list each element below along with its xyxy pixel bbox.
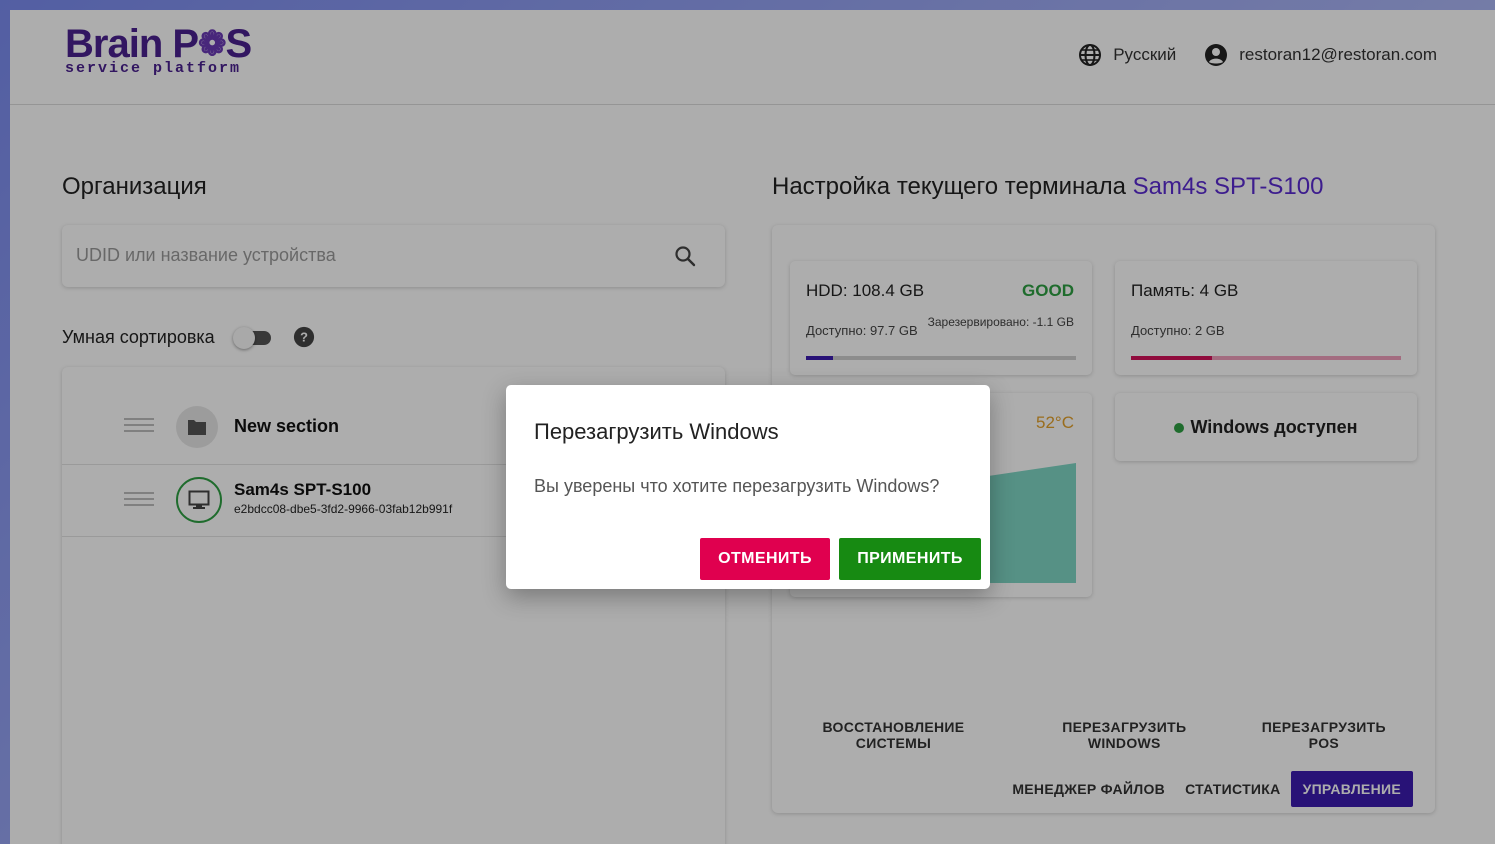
restart-windows-dialog: Перезагрузить Windows Вы уверены что хот… [506,385,990,589]
cancel-button[interactable]: ОТМЕНИТЬ [700,538,830,580]
dialog-title: Перезагрузить Windows [534,419,779,444]
dialog-message: Вы уверены что хотите перезагрузить Wind… [534,476,940,496]
apply-button[interactable]: ПРИМЕНИТЬ [839,538,981,580]
